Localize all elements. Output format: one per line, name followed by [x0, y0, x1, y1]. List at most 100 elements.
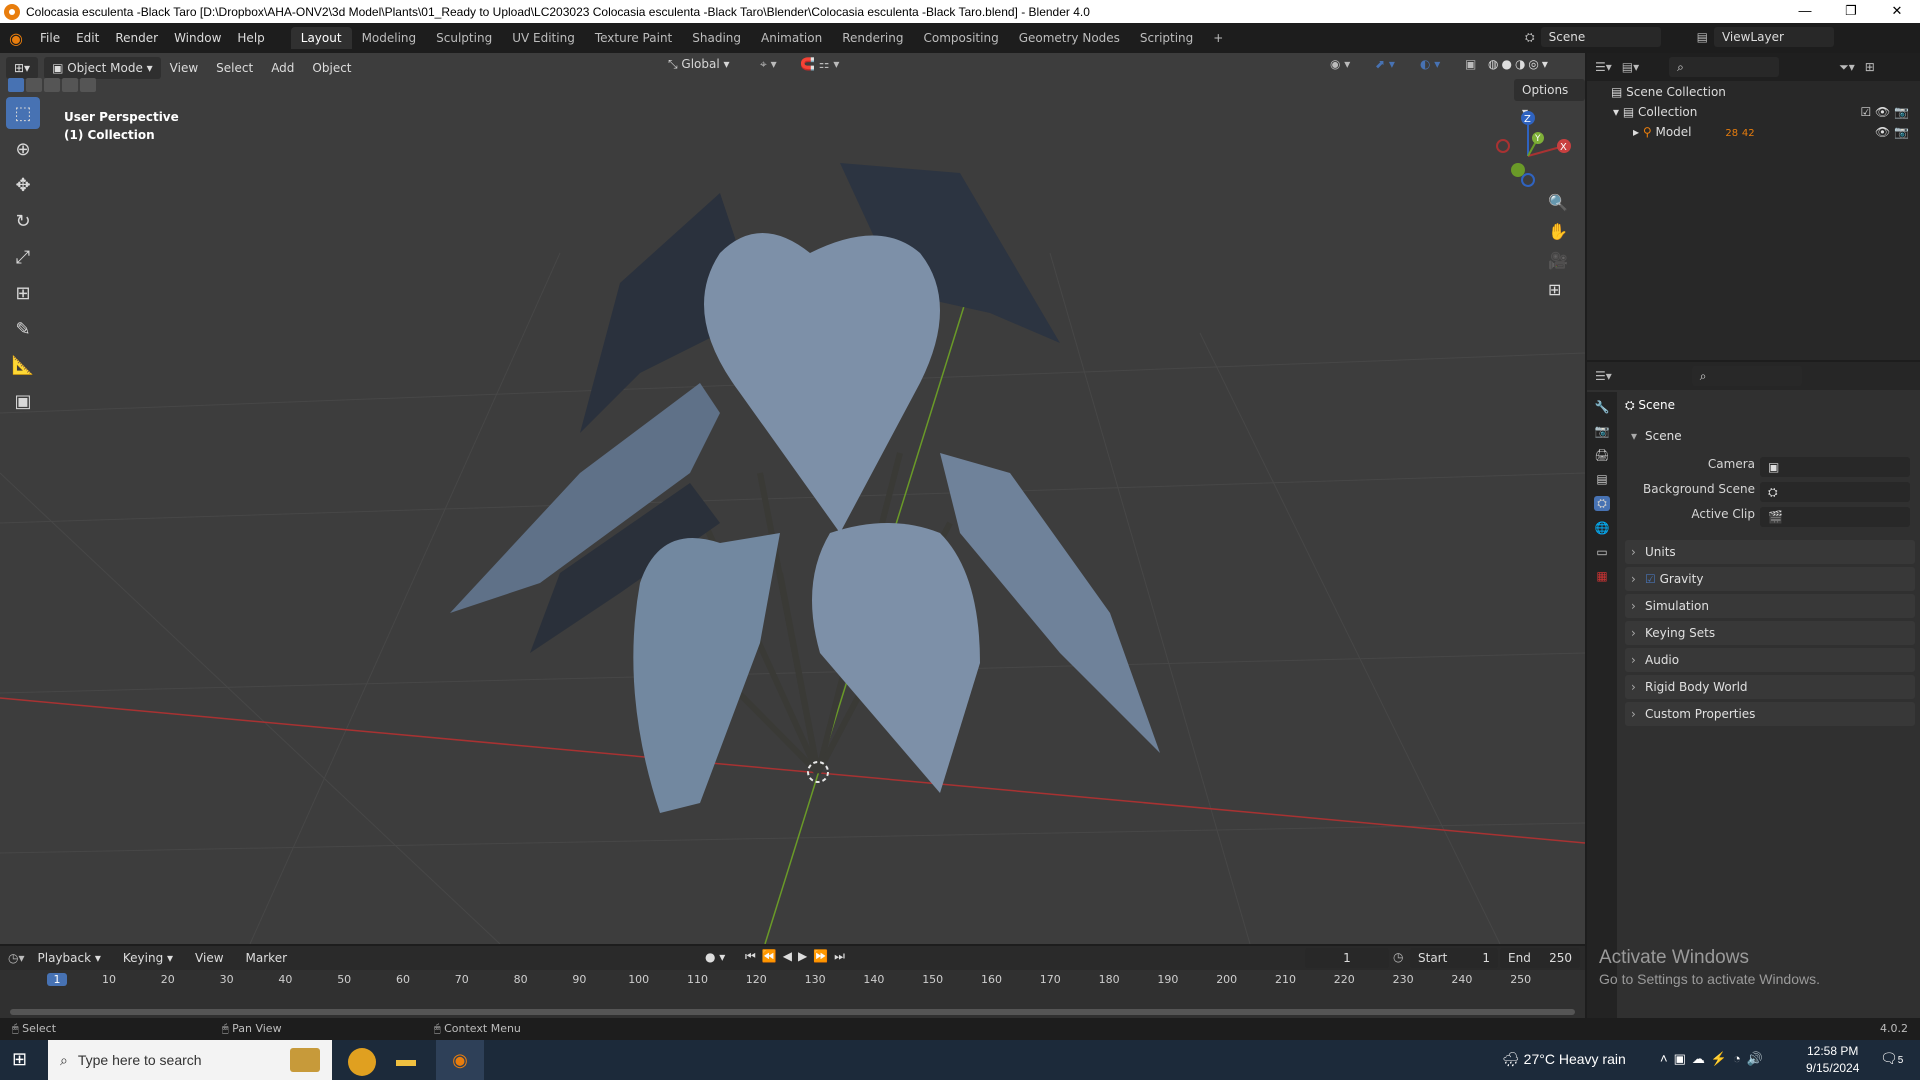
- taskbar-search-box[interactable]: ⌕ Type here to search: [48, 1040, 332, 1080]
- new-collection-icon[interactable]: ⊞: [1865, 60, 1875, 74]
- timeline-editor-type-icon[interactable]: ◷▾: [8, 951, 25, 965]
- restore-button[interactable]: ❐: [1828, 0, 1874, 23]
- start-frame-field[interactable]: Start 1: [1410, 948, 1498, 968]
- transform-tool-icon[interactable]: ⊞: [6, 277, 40, 309]
- 3d-viewport[interactable]: ⊞▾ ▣ Object Mode ▾ View Select Add Objec…: [0, 53, 1585, 944]
- tab-animation[interactable]: Animation: [751, 27, 832, 49]
- outliner-model-row[interactable]: ▸ ⚲ Model 28 42 👁 📷: [1633, 125, 1913, 139]
- gizmo-neg-y-icon[interactable]: [1511, 163, 1525, 177]
- select-intersect-icon[interactable]: [80, 78, 96, 92]
- camera-view-icon[interactable]: 🎥: [1548, 251, 1568, 270]
- move-tool-icon[interactable]: ✥: [6, 169, 40, 201]
- gizmo-toggle-icon[interactable]: ⬈ ▾: [1375, 57, 1395, 71]
- collection-tab-icon[interactable]: ▭: [1596, 545, 1607, 559]
- menu-render[interactable]: Render: [107, 31, 166, 45]
- playback-controls[interactable]: ⏮⏪◀▶⏩⏭: [745, 949, 851, 964]
- use-preview-range-icon[interactable]: ◷: [1393, 950, 1403, 964]
- overlay-toggle-icon[interactable]: ◐ ▾: [1420, 57, 1440, 71]
- properties-search-input[interactable]: ⌕: [1691, 366, 1802, 386]
- properties-editor-type-icon[interactable]: ☰▾: [1595, 369, 1612, 383]
- select-new-icon[interactable]: [8, 78, 24, 92]
- outliner-search-input[interactable]: ⌕: [1669, 57, 1780, 77]
- texture-tab-icon[interactable]: ▦: [1596, 569, 1607, 583]
- viewport-menu-select[interactable]: Select: [207, 61, 262, 75]
- menu-edit[interactable]: Edit: [68, 31, 107, 45]
- panel-simulation[interactable]: › Simulation: [1625, 594, 1915, 618]
- timeline-menu-view[interactable]: View: [186, 951, 232, 965]
- rotate-tool-icon[interactable]: ↻: [6, 205, 40, 237]
- tab-shading[interactable]: Shading: [682, 27, 751, 49]
- view-layer-tab-icon[interactable]: ▤: [1596, 472, 1607, 486]
- menu-help[interactable]: Help: [229, 31, 272, 45]
- viewport-menu-add[interactable]: Add: [262, 61, 303, 75]
- render-tab-icon[interactable]: 📷: [1595, 424, 1610, 438]
- outliner-scene-collection[interactable]: ▤ Scene Collection: [1611, 85, 1726, 99]
- chrome-icon[interactable]: [348, 1048, 376, 1076]
- viewport-menu-view[interactable]: View: [161, 61, 207, 75]
- timeline-menu-keying[interactable]: Keying ▾: [114, 951, 182, 965]
- zoom-view-icon[interactable]: 🔍: [1548, 193, 1568, 212]
- panel-keying-sets[interactable]: › Keying Sets: [1625, 621, 1915, 645]
- viewlayer-field[interactable]: ViewLayer: [1713, 27, 1834, 47]
- scene-selector-icon[interactable]: ⛭: [1525, 30, 1535, 45]
- select-invert-icon[interactable]: [62, 78, 78, 92]
- current-frame-field[interactable]: 1: [1305, 948, 1389, 968]
- timeline-menu-playback[interactable]: Playback ▾: [29, 951, 110, 965]
- menu-file[interactable]: File: [32, 31, 68, 45]
- menu-window[interactable]: Window: [166, 31, 229, 45]
- background-scene-field[interactable]: ⛭: [1760, 482, 1910, 502]
- gizmo-neg-z-icon[interactable]: [1521, 173, 1535, 187]
- viewlayer-selector-icon[interactable]: ▤: [1697, 30, 1708, 44]
- add-workspace-button[interactable]: +: [1203, 27, 1233, 49]
- panel-audio[interactable]: › Audio: [1625, 648, 1915, 672]
- panel-units[interactable]: › Units: [1625, 540, 1915, 564]
- viewport-canvas[interactable]: [0, 53, 1585, 944]
- tab-layout[interactable]: Layout: [290, 27, 352, 49]
- select-box-tool-icon[interactable]: ⬚: [6, 97, 40, 129]
- outliner-editor-type-icon[interactable]: ☰▾: [1595, 60, 1612, 74]
- close-button[interactable]: ✕: [1874, 0, 1920, 23]
- gravity-checkbox[interactable]: ☑: [1645, 572, 1656, 586]
- visibility-icon[interactable]: ◉ ▾: [1330, 57, 1350, 71]
- blender-taskbar-icon[interactable]: ◉: [436, 1040, 484, 1080]
- filter-icon[interactable]: ⏷▾: [1839, 60, 1855, 75]
- tool-tab-icon[interactable]: 🔧: [1595, 400, 1610, 414]
- outliner-display-mode-icon[interactable]: ▤▾: [1622, 60, 1639, 74]
- windows-start-icon[interactable]: ⊞: [12, 1049, 27, 1070]
- select-extend-icon[interactable]: [26, 78, 42, 92]
- tab-sculpting[interactable]: Sculpting: [426, 27, 502, 49]
- notification-center-icon[interactable]: 🗨5: [1880, 1050, 1903, 1067]
- snap-icon[interactable]: 🧲 ⚏ ▾: [800, 57, 839, 71]
- file-explorer-icon[interactable]: ▬: [396, 1049, 416, 1072]
- timeline-ruler[interactable]: 1 10 20 30 40 50 60 70 80 90 100 110 120 130 140 150 160…: [0, 973, 1585, 991]
- cursor-tool-icon[interactable]: ⊕: [6, 133, 40, 165]
- tab-geometry-nodes[interactable]: Geometry Nodes: [1009, 27, 1130, 49]
- pivot-point-icon[interactable]: ⌖ ▾: [760, 57, 777, 72]
- model-visibility-icons[interactable]: 👁 📷: [1875, 125, 1909, 139]
- collection-visibility-icons[interactable]: ☑ 👁 📷: [1860, 105, 1909, 119]
- minimize-button[interactable]: —: [1782, 0, 1828, 23]
- transform-orientation-dropdown[interactable]: ⤡ Global ▾: [668, 57, 730, 72]
- pan-view-icon[interactable]: ✋: [1548, 222, 1568, 241]
- tab-scripting[interactable]: Scripting: [1130, 27, 1203, 49]
- timeline-scrollbar[interactable]: [10, 1009, 1575, 1015]
- active-clip-field[interactable]: 🎬: [1760, 507, 1910, 527]
- scene-field[interactable]: Scene: [1540, 27, 1661, 47]
- camera-field[interactable]: ▣: [1760, 457, 1910, 477]
- xray-icon[interactable]: ▣: [1465, 57, 1476, 71]
- editor-type-icon[interactable]: ⊞▾: [6, 57, 39, 79]
- blender-menu-icon[interactable]: ◉: [0, 29, 32, 48]
- add-cube-tool-icon[interactable]: ▣: [6, 385, 40, 417]
- taskbar-clock[interactable]: 12:58 PM 9/15/2024: [1806, 1043, 1859, 1077]
- gizmo-neg-x-icon[interactable]: [1496, 139, 1510, 153]
- options-dropdown[interactable]: Options ▾: [1514, 79, 1585, 119]
- annotate-tool-icon[interactable]: ✎: [6, 313, 40, 345]
- system-tray-icons[interactable]: ˄▣☁⚡◔🔊: [1660, 1051, 1769, 1067]
- object-mode-dropdown[interactable]: ▣ Object Mode ▾: [44, 57, 161, 79]
- tab-rendering[interactable]: Rendering: [832, 27, 913, 49]
- scene-section-header[interactable]: ▾ Scene: [1625, 424, 1915, 448]
- ortho-toggle-icon[interactable]: ⊞: [1548, 280, 1568, 299]
- tab-texture-paint[interactable]: Texture Paint: [585, 27, 682, 49]
- world-tab-icon[interactable]: 🌐: [1595, 521, 1610, 535]
- panel-rigid-body-world[interactable]: › Rigid Body World: [1625, 675, 1915, 699]
